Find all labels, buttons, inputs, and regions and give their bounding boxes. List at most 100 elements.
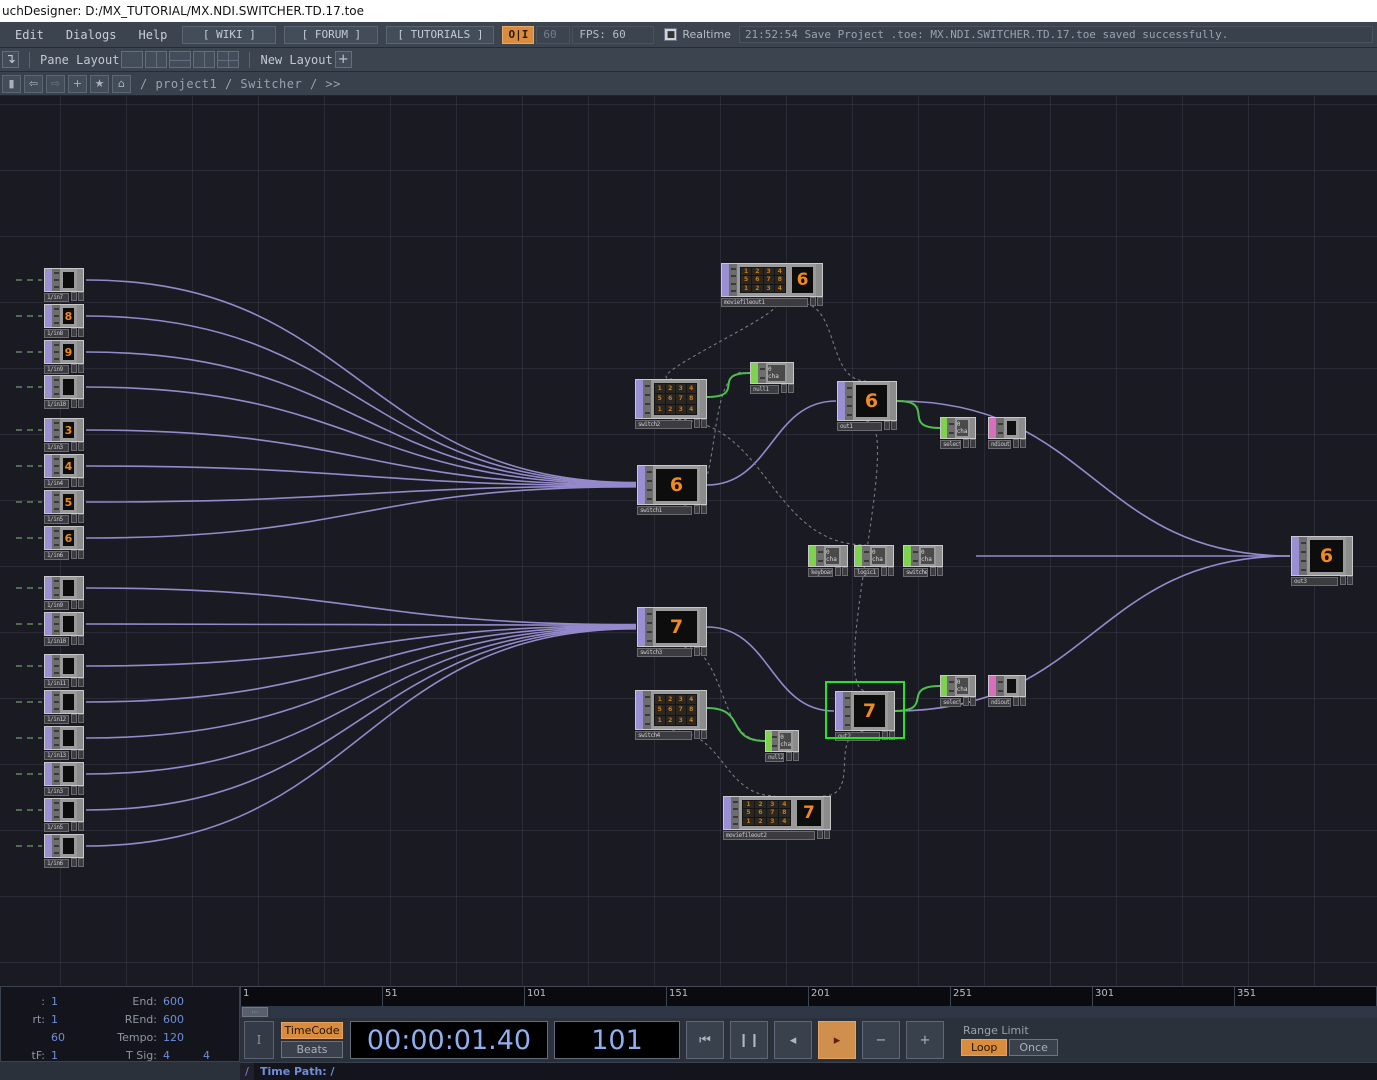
node-body[interactable]: 3 — [44, 418, 84, 442]
node-port[interactable] — [844, 723, 850, 726]
node-port[interactable] — [53, 507, 59, 510]
node-flag[interactable] — [78, 750, 84, 759]
node-port[interactable] — [846, 395, 852, 398]
node-port[interactable] — [646, 479, 652, 482]
node-port[interactable] — [644, 695, 650, 698]
node-body[interactable]: 0 cha — [940, 675, 976, 697]
node-input-ports[interactable] — [996, 676, 1004, 696]
node-name-label[interactable]: switch4 — [635, 731, 692, 740]
node-flag[interactable] — [882, 731, 888, 740]
node-port[interactable] — [732, 823, 738, 826]
node-port[interactable] — [1300, 568, 1306, 571]
node-output-port[interactable] — [77, 613, 83, 635]
network-node-out_7[interactable]: 7 out2 — [835, 691, 895, 741]
node-output-port[interactable] — [969, 418, 975, 438]
beats-mode-button[interactable]: Beats — [281, 1041, 343, 1058]
node-name-label[interactable]: out1 — [837, 422, 882, 431]
node-port[interactable] — [53, 464, 59, 467]
network-node-input[interactable]: 3 1/in3 — [44, 418, 84, 452]
timeline-info-value[interactable]: 1 — [51, 995, 95, 1008]
node-port[interactable] — [53, 580, 59, 583]
pane-layout-single-button[interactable] — [121, 51, 144, 68]
node-port[interactable] — [53, 622, 59, 625]
node-flag[interactable] — [963, 697, 969, 706]
node-body[interactable] — [44, 690, 84, 714]
network-node-input[interactable]: 9 1/in9 — [44, 340, 84, 374]
node-port[interactable] — [53, 844, 59, 847]
node-flag[interactable] — [810, 297, 816, 306]
node-input-ports[interactable] — [52, 577, 60, 599]
timeline-ruler[interactable]: 151101151201251301351401 — [240, 986, 1377, 1007]
node-flag[interactable] — [970, 697, 976, 706]
node-output-port[interactable] — [890, 382, 896, 420]
network-node-chop_d[interactable]: 0 cha null2 — [765, 730, 799, 762]
node-flag[interactable] — [930, 567, 936, 576]
node-flag[interactable] — [78, 714, 84, 723]
node-port[interactable] — [948, 431, 954, 434]
node-port[interactable] — [644, 722, 650, 725]
node-name-label[interactable]: 1/in9 — [44, 365, 69, 374]
network-node-input[interactable]: 1/in5 — [44, 798, 84, 832]
node-flag[interactable] — [71, 786, 77, 795]
node-port[interactable] — [646, 639, 652, 642]
network-node-chop_c3[interactable]: 0 cha switcher1 — [903, 545, 943, 577]
timeline-scroll-grip[interactable]: ⋯ — [242, 1007, 268, 1017]
marker-button[interactable]: I — [244, 1021, 274, 1059]
node-port[interactable] — [53, 808, 59, 811]
node-name-label[interactable]: 1/in10 — [44, 400, 69, 409]
node-output-port[interactable] — [824, 797, 830, 829]
node-input-ports[interactable] — [52, 376, 60, 398]
node-name-label[interactable]: ndioutTOP2 — [988, 698, 1011, 707]
range-loop-button[interactable]: Loop — [961, 1039, 1008, 1056]
node-flag[interactable] — [824, 830, 830, 839]
step-back-button[interactable]: ◂ — [774, 1021, 812, 1059]
node-output-port[interactable] — [841, 546, 847, 566]
node-port[interactable] — [646, 621, 652, 624]
node-flag[interactable] — [891, 421, 897, 430]
node-input-ports[interactable] — [947, 418, 955, 438]
range-once-button[interactable]: Once — [1009, 1039, 1058, 1056]
node-input-ports[interactable] — [52, 613, 60, 635]
node-output-port[interactable] — [77, 491, 83, 513]
node-body[interactable]: 6 — [637, 465, 707, 505]
node-output-port[interactable] — [1019, 418, 1025, 438]
node-body[interactable] — [44, 612, 84, 636]
node-flag[interactable] — [817, 830, 823, 839]
network-node-input[interactable]: 1/in11 — [44, 654, 84, 688]
node-input-ports[interactable] — [729, 264, 737, 296]
node-port[interactable] — [53, 766, 59, 769]
node-port[interactable] — [646, 497, 652, 500]
node-port[interactable] — [912, 550, 918, 553]
node-flag[interactable] — [1013, 439, 1019, 448]
network-node-chop_c1[interactable]: 0 cha keyboardin1 — [808, 545, 848, 577]
node-port[interactable] — [1300, 541, 1306, 544]
node-body[interactable]: 1234 5678 1234 — [635, 690, 707, 730]
node-flag[interactable] — [78, 478, 84, 487]
node-flag[interactable] — [71, 399, 77, 408]
node-port[interactable] — [997, 680, 1003, 683]
node-name-label[interactable]: switch2 — [635, 420, 692, 429]
tutorials-button[interactable]: [ TUTORIALS ] — [386, 25, 495, 44]
node-input-ports[interactable] — [947, 676, 955, 696]
network-node-comp_b[interactable]: 1234 5678 1234 switch4 — [635, 690, 707, 740]
time-display[interactable]: 00:00:01.40 — [350, 1021, 548, 1059]
node-body[interactable] — [44, 798, 84, 822]
timeline-scrollbar[interactable]: ⋯ — [240, 1006, 1377, 1018]
node-port[interactable] — [53, 700, 59, 703]
node-port[interactable] — [53, 851, 59, 854]
node-name-label[interactable]: out3 — [1291, 577, 1338, 586]
node-port[interactable] — [846, 404, 852, 407]
node-port[interactable] — [948, 680, 954, 683]
node-input-ports[interactable] — [52, 341, 60, 363]
network-node-comp_a[interactable]: 1234 5678 1234 switch2 — [635, 379, 707, 429]
node-output-port[interactable] — [888, 692, 894, 730]
timeline-info-value[interactable]: 4 — [163, 1049, 203, 1062]
node-port[interactable] — [772, 735, 778, 738]
node-output-port[interactable] — [700, 380, 706, 418]
network-node-input[interactable]: 1/in13 — [44, 726, 84, 760]
timeline-info-value[interactable]: 4 — [203, 1049, 233, 1062]
menu-item-edit[interactable]: Edit — [4, 26, 55, 44]
rewind-button[interactable]: ⏮ — [686, 1021, 724, 1059]
node-input-ports[interactable] — [843, 692, 851, 730]
target-fps-field[interactable]: 60 — [536, 25, 571, 44]
